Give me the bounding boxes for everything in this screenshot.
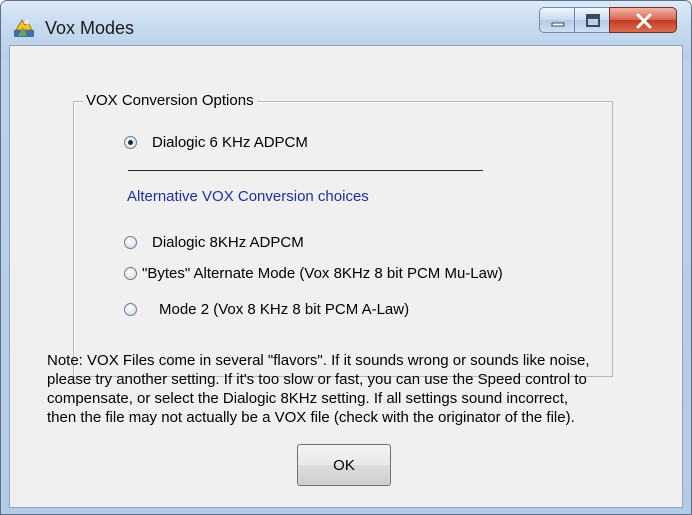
app-icon [13,16,35,38]
radio-mode2-a-law[interactable]: Mode 2 (Vox 8 KHz 8 bit PCM A-Law) [124,301,409,318]
radio-button[interactable] [124,267,137,280]
radio-button[interactable] [124,236,137,249]
radio-bytes-mu-law[interactable]: "Bytes" Alternate Mode (Vox 8KHz 8 bit P… [124,265,503,282]
note-line: please try another setting. If it's too … [47,371,587,388]
radio-label: Mode 2 (Vox 8 KHz 8 bit PCM A-Law) [159,301,410,318]
minimize-button[interactable] [539,7,575,33]
group-legend: VOX Conversion Options [83,92,257,109]
radio-button[interactable] [124,303,137,316]
radio-dialogic-6khz[interactable]: Dialogic 6 KHz ADPCM [124,134,308,151]
note-line: then the file may not actually be a VOX … [47,409,575,426]
vox-modes-window: Vox Modes VOX Conversion Options Dialogi… [0,0,692,515]
note-text: Note: VOX Files come in several "flavors… [47,351,687,427]
close-icon [636,13,652,29]
radio-dialogic-8khz[interactable]: Dialogic 8KHz ADPCM [124,234,304,251]
maximize-icon [586,14,600,27]
radio-label: Dialogic 6 KHz ADPCM [152,134,308,151]
note-line: compensate, or select the Dialogic 8KHz … [47,390,569,407]
note-line: Note: VOX Files come in several "flavors… [47,352,590,369]
radio-label: "Bytes" Alternate Mode (Vox 8KHz 8 bit P… [142,265,503,282]
divider-line [128,170,483,171]
ok-button[interactable]: OK [297,444,391,486]
minimize-icon [551,22,565,27]
dialog-client-area: VOX Conversion Options Dialogic 6 KHz AD… [9,45,683,508]
window-title: Vox Modes [45,18,135,38]
radio-label: Dialogic 8KHz ADPCM [152,234,304,251]
radio-button-selected[interactable] [124,136,137,149]
close-button[interactable] [609,7,677,33]
maximize-button[interactable] [574,7,610,33]
alternatives-heading: Alternative VOX Conversion choices [127,188,369,205]
